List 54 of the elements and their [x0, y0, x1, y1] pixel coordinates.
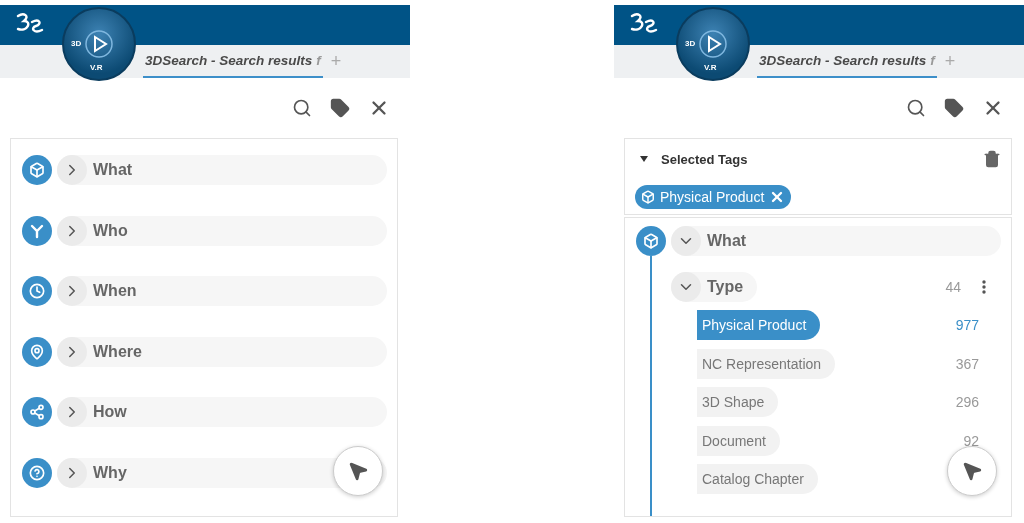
facet-count: 296 — [955, 394, 979, 410]
more-icon[interactable] — [982, 280, 986, 294]
facet-value[interactable]: Catalog Chapter — [697, 464, 818, 494]
tab-overflow-text: f — [930, 53, 935, 68]
search-button[interactable] — [292, 98, 312, 118]
share-icon — [29, 404, 45, 420]
facet-value[interactable]: NC Representation — [697, 348, 836, 379]
tab[interactable]: 3DSearch - Search results f — [143, 45, 323, 78]
chevron-right-icon[interactable] — [57, 397, 87, 427]
search-button[interactable] — [906, 98, 926, 118]
group-count: 44 — [945, 279, 961, 295]
compass-label[interactable]: V.R — [704, 63, 717, 72]
facet-count: 977 — [955, 317, 979, 333]
category-toggle[interactable]: Who — [57, 215, 387, 246]
tag-button[interactable] — [330, 98, 350, 118]
select-mode-button[interactable] — [947, 446, 997, 496]
chevron-right-icon[interactable] — [57, 336, 87, 367]
collapse-icon[interactable] — [639, 154, 649, 164]
category-toggle[interactable]: How — [57, 397, 387, 427]
facet-count: 367 — [955, 355, 979, 372]
facet-count: 92 — [963, 432, 979, 449]
facet-value[interactable]: Physical Product — [697, 310, 821, 340]
question-icon — [29, 464, 45, 481]
chevron-right-icon[interactable] — [57, 215, 87, 246]
cursor-icon — [961, 460, 983, 482]
clock-icon — [29, 283, 45, 299]
tag-chip[interactable]: Physical Product — [635, 185, 792, 209]
select-mode-button[interactable] — [333, 446, 383, 496]
chevron-down-icon[interactable] — [671, 226, 701, 256]
chevron-down-icon[interactable] — [671, 272, 701, 302]
trash-icon[interactable] — [983, 150, 1001, 168]
tag-button[interactable] — [944, 98, 964, 118]
category-toggle[interactable]: When — [57, 276, 387, 306]
cube-icon — [641, 190, 655, 204]
chevron-right-icon[interactable] — [57, 155, 87, 185]
category-toggle[interactable]: Where — [57, 336, 387, 367]
section-title: Selected Tags — [661, 151, 749, 167]
tab-overflow-text: f — [316, 53, 321, 68]
compass-label[interactable]: 3D — [71, 39, 82, 48]
antenna-icon — [29, 222, 45, 239]
chevron-right-icon[interactable] — [57, 276, 87, 306]
facet-value[interactable]: Document — [697, 425, 780, 456]
chevron-right-icon[interactable] — [57, 457, 87, 488]
compass-label[interactable]: V.R — [90, 63, 103, 72]
group-toggle[interactable]: Type — [671, 272, 758, 302]
facet-value[interactable]: 3D Shape — [697, 387, 779, 417]
tab[interactable]: 3DSearch - Search results f — [757, 45, 937, 78]
category-toggle[interactable]: What — [57, 155, 387, 185]
category-toggle[interactable]: What — [671, 226, 1001, 256]
compass-label[interactable]: 3D — [685, 39, 696, 48]
cursor-icon — [347, 460, 369, 482]
cube-icon — [643, 233, 659, 249]
map-pin-icon — [29, 343, 45, 360]
cube-icon — [29, 162, 45, 178]
